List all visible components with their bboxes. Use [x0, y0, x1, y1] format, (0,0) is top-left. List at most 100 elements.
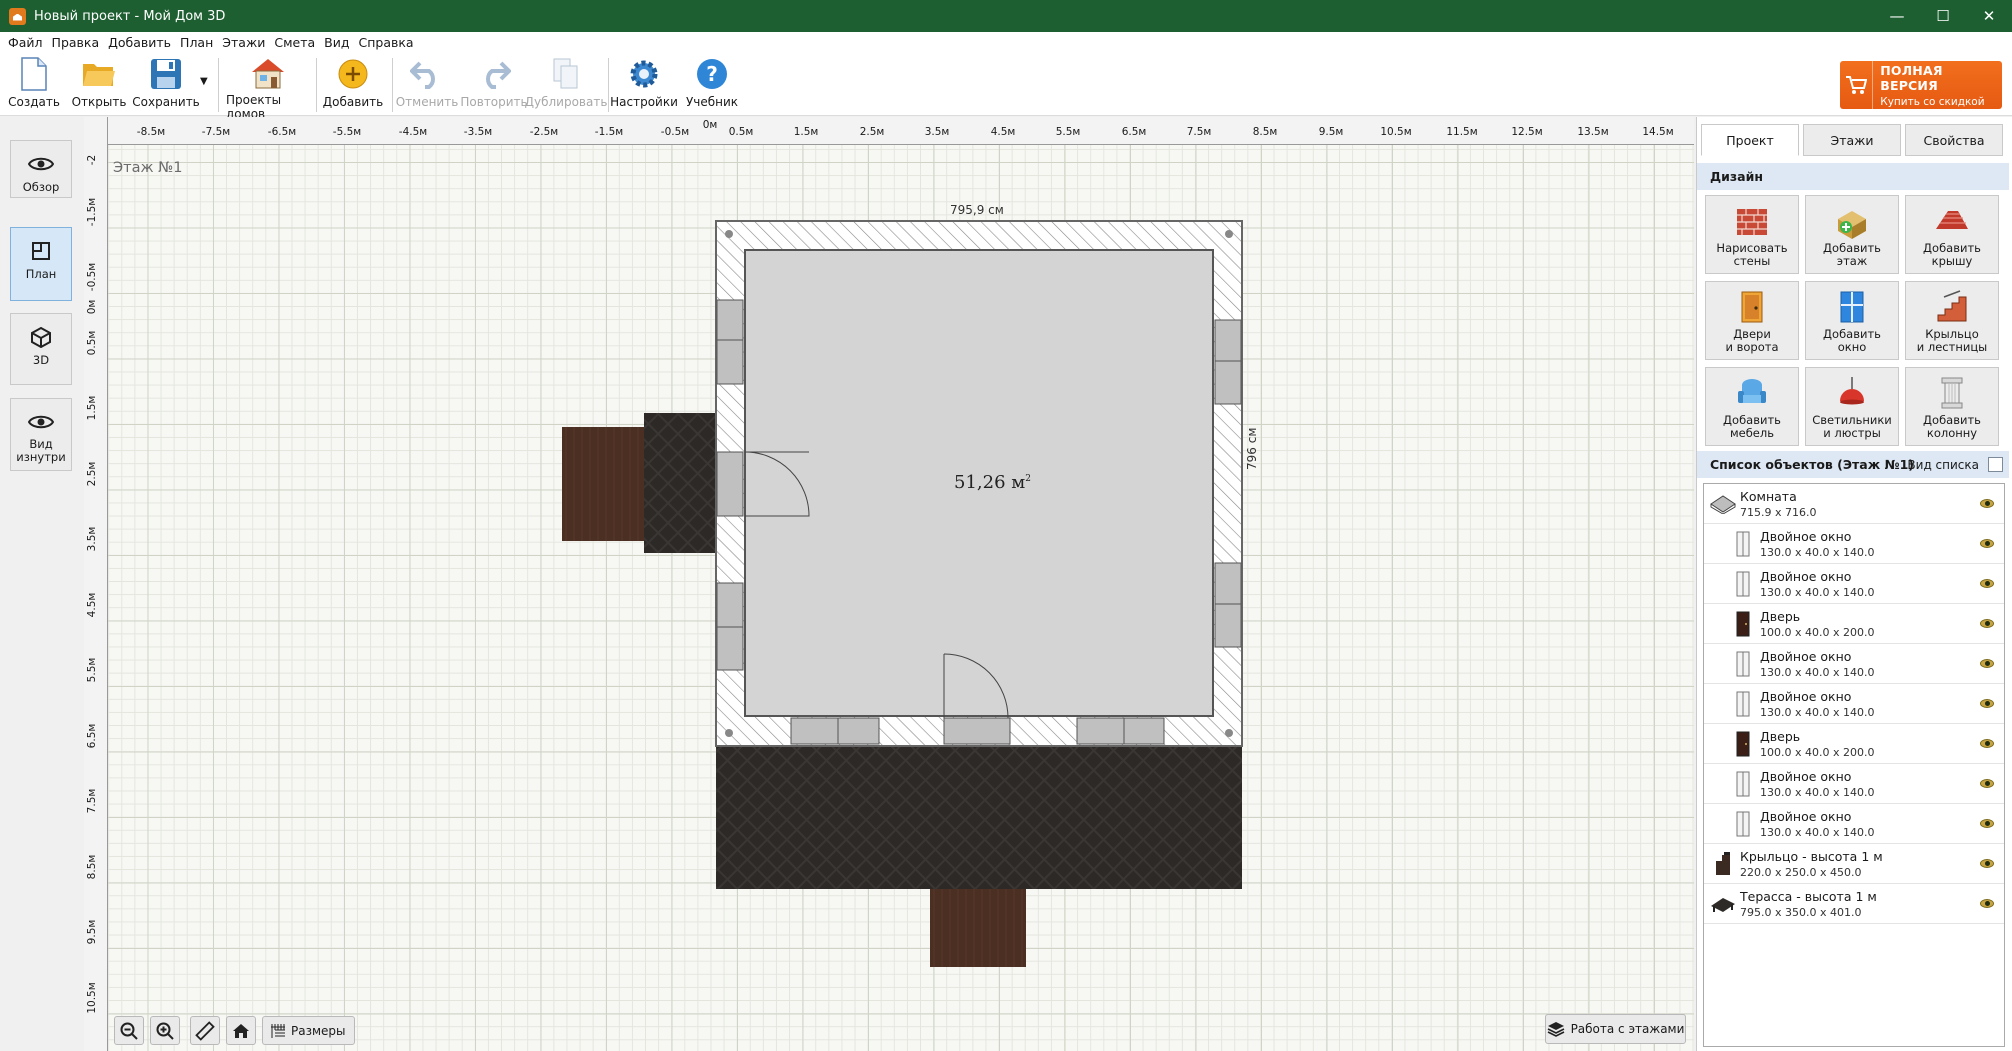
- add-column-button[interactable]: Добавить колонну: [1905, 367, 1999, 446]
- visibility-eye-icon[interactable]: [1980, 499, 1994, 508]
- save-button[interactable]: Сохранить: [132, 56, 200, 114]
- list-item[interactable]: Двойное окно 130.0 x 40.0 x 140.0: [1704, 564, 2004, 604]
- draw-walls-button[interactable]: Нарисовать стены: [1705, 195, 1799, 274]
- visibility-eye-icon[interactable]: [1980, 619, 1994, 628]
- menu-add[interactable]: Добавить: [108, 35, 171, 50]
- view-overview-button[interactable]: Обзор: [10, 140, 72, 198]
- floors-work-button[interactable]: Работа с этажами: [1545, 1014, 1686, 1044]
- object-list: Комната 715.9 x 716.0 Двойное окно 130.0 x…: [1703, 483, 2005, 1047]
- menu-file[interactable]: Файл: [8, 35, 43, 50]
- porch-deck: [562, 427, 644, 541]
- list-item[interactable]: Дверь 100.0 x 40.0 x 200.0: [1704, 724, 2004, 764]
- menu-plan[interactable]: План: [180, 35, 213, 50]
- height-dimension: 796 см: [1245, 427, 1259, 470]
- redo-button[interactable]: Повторить: [460, 56, 528, 114]
- visibility-eye-icon[interactable]: [1980, 659, 1994, 668]
- add-window-button[interactable]: Добавить окно: [1805, 281, 1899, 360]
- create-button[interactable]: Создать: [8, 56, 60, 114]
- save-dropdown-icon[interactable]: ▼: [200, 76, 208, 87]
- duplicate-icon: [548, 56, 584, 92]
- ruler-button[interactable]: [190, 1016, 220, 1045]
- list-item[interactable]: Комната 715.9 x 716.0: [1704, 484, 2004, 524]
- view-3d-button[interactable]: 3D: [10, 313, 72, 385]
- menu-bar: Файл Правка Добавить План Этажи Смета Ви…: [0, 32, 2012, 52]
- home-icon: [233, 1023, 249, 1038]
- visibility-eye-icon[interactable]: [1980, 579, 1994, 588]
- promo-title: ПОЛНАЯ ВЕРСИЯ: [1880, 62, 1943, 93]
- list-item[interactable]: Двойное окно 130.0 x 40.0 x 140.0: [1704, 644, 2004, 684]
- zoom-in-button[interactable]: [150, 1016, 180, 1045]
- visibility-eye-icon[interactable]: [1980, 739, 1994, 748]
- tab-floors[interactable]: Этажи: [1803, 124, 1901, 156]
- list-item[interactable]: Двойное окно 130.0 x 40.0 x 140.0: [1704, 764, 2004, 804]
- open-button[interactable]: Открыть: [72, 56, 126, 114]
- doors-gates-button[interactable]: Двери и ворота: [1705, 281, 1799, 360]
- maximize-icon[interactable]: ☐: [1920, 0, 1966, 32]
- dimensions-button[interactable]: Размеры: [262, 1016, 355, 1045]
- right-panel: Проект Этажи Свойства Дизайн Нарисовать с…: [1696, 117, 2012, 1051]
- add-roof-button[interactable]: Добавить крышу: [1905, 195, 1999, 274]
- door-icon: [1741, 291, 1763, 323]
- menu-view[interactable]: Вид: [324, 35, 349, 50]
- title-bar: Новый проект - Мой Дом 3D — ☐ ✕: [0, 0, 2012, 32]
- settings-button[interactable]: Настройки: [610, 56, 678, 114]
- list-item[interactable]: Двойное окно 130.0 x 40.0 x 140.0: [1704, 684, 2004, 724]
- lights-chandeliers-button[interactable]: Светильники и люстры: [1805, 367, 1899, 446]
- plus-circle-icon: [335, 56, 371, 92]
- add-button[interactable]: Добавить: [322, 56, 384, 114]
- window-icon: [1730, 770, 1756, 798]
- visibility-eye-icon[interactable]: [1980, 899, 1994, 908]
- duplicate-button[interactable]: Дублировать: [525, 56, 607, 114]
- list-item[interactable]: Двойное окно 130.0 x 40.0 x 140.0: [1704, 524, 2004, 564]
- add-floor-button[interactable]: Добавить этаж: [1805, 195, 1899, 274]
- buy-full-version-button[interactable]: ПОЛНАЯ ВЕРСИЯ Купить со скидкой: [1840, 61, 2002, 109]
- promo-subtitle: Купить со скидкой: [1880, 95, 1985, 108]
- visibility-eye-icon[interactable]: [1980, 819, 1994, 828]
- visibility-eye-icon[interactable]: [1980, 699, 1994, 708]
- toolbar: Создать Открыть Сохранить ▼ Проекты домо…: [0, 52, 2012, 121]
- porch-stairs-button[interactable]: Крыльцо и лестницы: [1905, 281, 1999, 360]
- vertical-ruler: [84, 117, 108, 1051]
- menu-help[interactable]: Справка: [358, 35, 413, 50]
- menu-edit[interactable]: Правка: [52, 35, 100, 50]
- close-icon[interactable]: ✕: [1966, 0, 2012, 32]
- visibility-eye-icon[interactable]: [1980, 779, 1994, 788]
- brick-wall-icon: [1737, 209, 1767, 235]
- home-view-button[interactable]: [226, 1016, 256, 1045]
- visibility-eye-icon[interactable]: [1980, 539, 1994, 548]
- list-item[interactable]: Терасса - высота 1 м 795.0 x 350.0 x 401.…: [1704, 884, 2004, 924]
- tab-project[interactable]: Проект: [1701, 124, 1799, 156]
- list-item[interactable]: Крыльцо - высота 1 м 220.0 x 250.0 x 450.…: [1704, 844, 2004, 884]
- room-icon: [1710, 490, 1736, 518]
- door-icon: [1730, 610, 1756, 638]
- stairs-icon: [1937, 290, 1967, 322]
- menu-estimate[interactable]: Смета: [274, 35, 315, 50]
- zoom-out-button[interactable]: [114, 1016, 144, 1045]
- tab-properties[interactable]: Свойства: [1905, 124, 2003, 156]
- list-view-icon[interactable]: [1988, 457, 2003, 472]
- minimize-icon[interactable]: —: [1874, 0, 1920, 32]
- menu-floors[interactable]: Этажи: [222, 35, 265, 50]
- ruler-icon: [195, 1020, 215, 1041]
- window-icon: [1730, 570, 1756, 598]
- list-view-toggle[interactable]: Вид списка: [1907, 458, 1979, 472]
- floor-plan-drawing[interactable]: [84, 117, 1694, 1051]
- eye-icon: [26, 409, 56, 435]
- list-item[interactable]: Дверь 100.0 x 40.0 x 200.0: [1704, 604, 2004, 644]
- layers-icon: [1547, 1022, 1564, 1037]
- tutorial-button[interactable]: ? Учебник: [684, 56, 740, 114]
- list-item[interactable]: Двойное окно 130.0 x 40.0 x 140.0: [1704, 804, 2004, 844]
- add-furniture-button[interactable]: Добавить мебель: [1705, 367, 1799, 446]
- house-projects-button[interactable]: Проекты домов: [226, 56, 310, 121]
- undo-button[interactable]: Отменить: [396, 56, 458, 114]
- eye-icon: [26, 151, 56, 177]
- visibility-eye-icon[interactable]: [1980, 859, 1994, 868]
- add-floor-icon: [1838, 211, 1866, 239]
- new-file-icon: [16, 56, 52, 92]
- width-dimension: 795,9 см: [950, 203, 1004, 217]
- window-title: Новый проект - Мой Дом 3D: [34, 8, 226, 24]
- view-inside-button[interactable]: Вид изнутри: [10, 398, 72, 471]
- window-icon: [1730, 530, 1756, 558]
- view-plan-button[interactable]: План: [10, 227, 72, 301]
- window-icon: [1730, 690, 1756, 718]
